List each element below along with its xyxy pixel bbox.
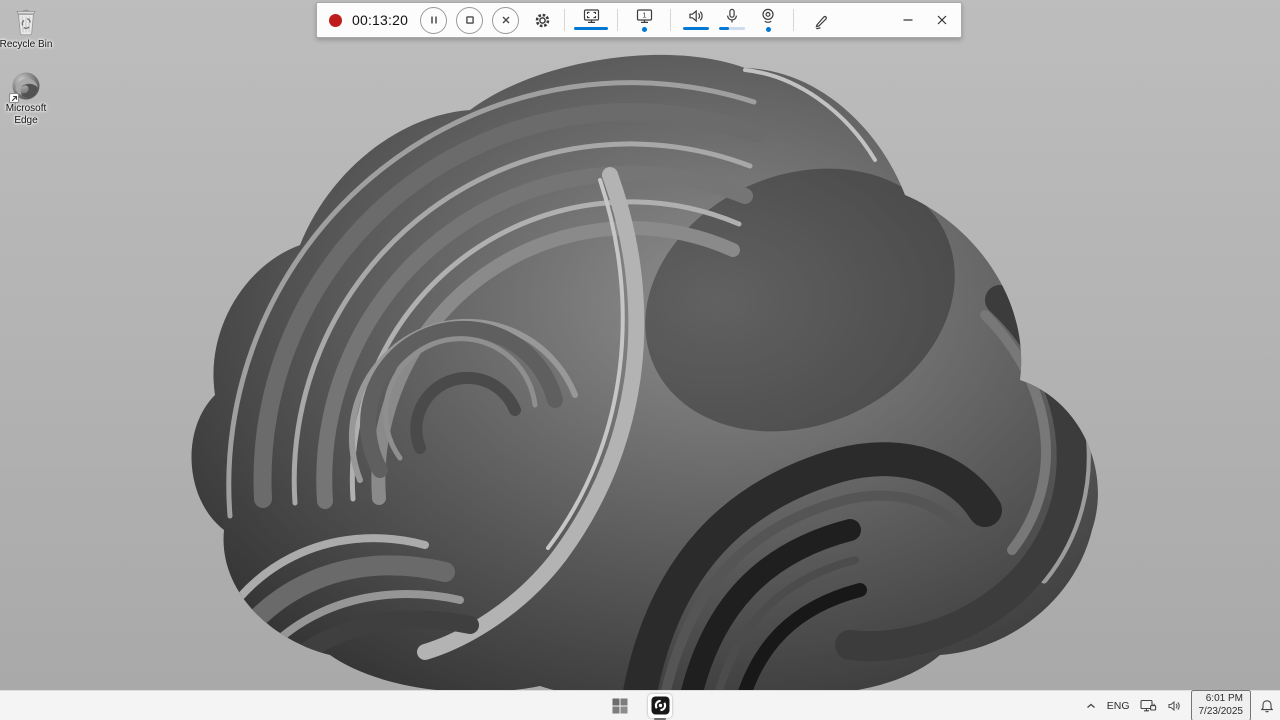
display-1-icon: 1 bbox=[636, 8, 652, 23]
notification-bell-icon bbox=[1260, 699, 1274, 712]
pause-icon bbox=[430, 16, 437, 24]
minimize-button[interactable] bbox=[891, 3, 925, 37]
toolbar-divider bbox=[793, 9, 794, 31]
start-button[interactable] bbox=[606, 693, 634, 719]
speaker-level-fill bbox=[683, 26, 709, 30]
toolbar-divider bbox=[617, 9, 618, 31]
close-icon bbox=[937, 15, 947, 25]
screen-select-icon bbox=[583, 8, 599, 23]
network-button[interactable] bbox=[1139, 691, 1158, 720]
desktop-icon-recycle-bin[interactable]: Recycle Bin bbox=[0, 5, 58, 51]
screen-select-active-bar bbox=[574, 26, 608, 30]
speaker-level-track bbox=[683, 26, 709, 30]
toolbar-divider bbox=[564, 9, 565, 31]
taskbar: ENG 6:01 PM 7/23/2025 bbox=[0, 690, 1280, 720]
toolbar-divider bbox=[670, 9, 671, 31]
shortcut-arrow-icon bbox=[9, 93, 19, 103]
screen-recorder-app-button[interactable] bbox=[646, 693, 674, 720]
clock-time: 6:01 PM bbox=[1205, 693, 1243, 704]
screen-select-button[interactable] bbox=[572, 4, 610, 37]
system-audio-button[interactable] bbox=[678, 4, 714, 37]
desktop-screen: { "colors": { "accent": "#0078d4", "reco… bbox=[0, 0, 1280, 720]
webcam-indicator-dot bbox=[765, 26, 771, 32]
microphone-button[interactable] bbox=[714, 4, 750, 37]
screen-recorder-toolbar: 00:13:20 1 bbox=[316, 2, 962, 38]
webcam-icon bbox=[762, 8, 774, 23]
minimize-icon bbox=[903, 19, 913, 21]
webcam-button[interactable] bbox=[750, 4, 786, 37]
tray-chevron-icon bbox=[1086, 703, 1095, 708]
wallpaper-bloom bbox=[0, 0, 1280, 720]
stop-icon bbox=[465, 16, 474, 24]
speaker-icon bbox=[689, 9, 703, 22]
stop-button[interactable] bbox=[456, 6, 483, 34]
tray-volume-icon bbox=[1167, 700, 1180, 711]
recycle-bin-icon bbox=[16, 9, 36, 36]
mic-level-track bbox=[719, 26, 745, 30]
recording-timer: 00:13:20 bbox=[352, 12, 409, 28]
desktop-icon-microsoft-edge[interactable]: Microsoft Edge bbox=[0, 71, 58, 126]
pause-button[interactable] bbox=[420, 6, 447, 34]
cancel-recording-button[interactable] bbox=[492, 6, 519, 34]
draw-pen-icon bbox=[815, 15, 827, 29]
settings-button[interactable] bbox=[527, 5, 557, 35]
network-icon bbox=[1139, 699, 1156, 711]
start-icon bbox=[612, 698, 628, 713]
settings-gear-icon bbox=[535, 13, 549, 27]
display-1-indicator-dot bbox=[641, 26, 647, 32]
app-active-underline bbox=[654, 717, 666, 720]
mic-level-fill bbox=[719, 26, 730, 30]
desktop-icon-label: Microsoft Edge bbox=[5, 103, 47, 126]
svg-text:1: 1 bbox=[642, 10, 646, 19]
tray-chevron-button[interactable] bbox=[1084, 691, 1098, 720]
draw-annotate-button[interactable] bbox=[805, 4, 837, 36]
clock[interactable]: 6:01 PM 7/23/2025 bbox=[1190, 690, 1251, 720]
volume-button[interactable] bbox=[1166, 691, 1183, 720]
clock-date: 7/23/2025 bbox=[1198, 705, 1244, 717]
close-button[interactable] bbox=[925, 3, 959, 37]
language-indicator[interactable]: ENG bbox=[1106, 691, 1131, 720]
display-1-button[interactable]: 1 bbox=[625, 4, 663, 37]
screen-recorder-app-icon bbox=[648, 693, 672, 718]
record-dot bbox=[329, 13, 342, 27]
system-tray: ENG 6:01 PM 7/23/2025 bbox=[1084, 690, 1275, 720]
desktop-icon-label: Recycle Bin bbox=[0, 39, 53, 50]
notification-bell-button[interactable] bbox=[1259, 691, 1275, 720]
microphone-icon bbox=[727, 8, 737, 22]
cancel-icon bbox=[502, 16, 509, 24]
